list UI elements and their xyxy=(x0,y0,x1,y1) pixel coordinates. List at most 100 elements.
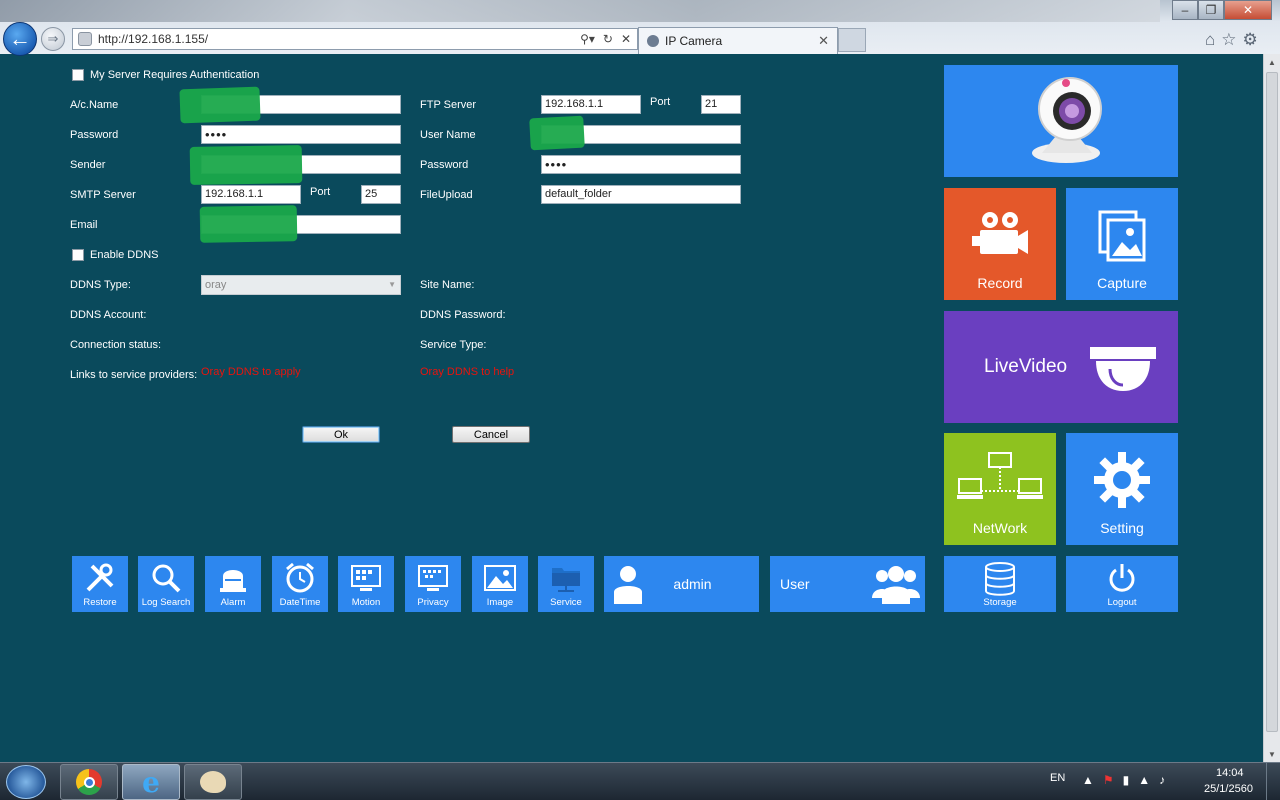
ddns-type-value: oray xyxy=(205,279,227,291)
clock-date[interactable]: 25/1/2560 xyxy=(1204,783,1253,795)
admin-button[interactable]: admin xyxy=(604,556,759,612)
tools-icon xyxy=(86,563,114,592)
password-label: Password xyxy=(70,129,119,141)
log-search-button[interactable]: Log Search xyxy=(138,556,194,612)
image-icon xyxy=(484,565,516,591)
close-tab-icon[interactable]: ✕ xyxy=(818,33,829,49)
user-icon xyxy=(614,566,642,604)
user-label: User xyxy=(780,576,810,592)
ftp-password-input[interactable]: •••• xyxy=(541,155,741,174)
forward-button[interactable]: ⇒ xyxy=(41,27,65,51)
alarm-button[interactable]: Alarm xyxy=(205,556,261,612)
favorites-star-icon[interactable]: ☆ xyxy=(1221,30,1236,50)
network-tile[interactable]: NetWork xyxy=(944,433,1056,545)
setting-label: Setting xyxy=(1100,520,1144,536)
smtp-server-input[interactable]: 192.168.1.1 xyxy=(201,185,301,204)
taskbar-paint-button[interactable] xyxy=(184,764,242,800)
taskbar-chrome-button[interactable] xyxy=(60,764,118,800)
show-desktop-button[interactable] xyxy=(1266,763,1280,800)
cancel-button[interactable]: Cancel xyxy=(452,426,530,443)
new-tab-button[interactable] xyxy=(838,28,866,52)
storage-button[interactable]: Storage xyxy=(944,556,1056,612)
enable-ddns-checkbox[interactable] xyxy=(72,249,84,261)
oray-apply-link[interactable]: Oray DDNS to apply xyxy=(201,366,301,378)
account-name-label: A/c.Name xyxy=(70,99,119,111)
storage-label: Storage xyxy=(983,597,1017,608)
admin-label: admin xyxy=(673,576,712,592)
siren-icon xyxy=(220,570,246,592)
ftp-port-input[interactable]: 21 xyxy=(701,95,741,114)
sender-label: Sender xyxy=(70,159,106,171)
picture-icon xyxy=(1098,210,1146,262)
smtp-port-input[interactable]: 25 xyxy=(361,185,401,204)
scroll-thumb[interactable] xyxy=(1266,72,1278,732)
ok-button[interactable]: Ok xyxy=(302,426,380,443)
setting-tile[interactable]: Setting xyxy=(1066,433,1178,545)
record-label: Record xyxy=(977,275,1023,291)
address-bar[interactable]: http://192.168.1.155/ ⚲▾ ↻ ✕ xyxy=(72,28,638,50)
tray-arrow-icon[interactable]: ▲ xyxy=(1082,773,1094,787)
back-button[interactable]: ← xyxy=(3,22,37,56)
privacy-button[interactable]: Privacy xyxy=(405,556,461,612)
password-input[interactable]: •••• xyxy=(201,125,401,144)
service-label: Service xyxy=(550,597,582,608)
service-type-label: Service Type: xyxy=(420,339,487,351)
ftp-server-input[interactable]: 192.168.1.1 xyxy=(541,95,641,114)
auth-label: My Server Requires Authentication xyxy=(90,69,260,81)
video-camera-icon xyxy=(972,212,1028,254)
language-indicator[interactable]: EN xyxy=(1050,772,1065,784)
browser-chrome: ← ⇒ http://192.168.1.155/ ⚲▾ ↻ ✕ IP Came… xyxy=(0,0,1280,56)
home-icon[interactable]: ⌂ xyxy=(1205,30,1215,50)
ddns-type-select[interactable]: oray ▼ xyxy=(201,275,401,295)
livevideo-tile[interactable]: LiveVideo xyxy=(944,311,1178,423)
back-arrow-icon: ← xyxy=(9,26,31,51)
taskbar: e EN ▲ ⚑ ▮ ▲ ♪ 14:04 25/1/2560 xyxy=(0,762,1280,800)
smtp-server-label: SMTP Server xyxy=(70,189,136,201)
webcam-icon xyxy=(1032,77,1102,163)
minimize-button[interactable]: – xyxy=(1172,0,1198,20)
restore-label: Restore xyxy=(83,597,117,608)
taskbar-ie-button[interactable]: e xyxy=(122,764,180,800)
search-icon[interactable]: ⚲▾ xyxy=(580,32,595,46)
restore-button[interactable]: Restore xyxy=(72,556,128,612)
service-button[interactable]: Service xyxy=(538,556,594,612)
search-icon xyxy=(152,564,181,593)
gear-icon[interactable]: ⚙ xyxy=(1243,30,1258,50)
vertical-scrollbar[interactable]: ▲ ▼ xyxy=(1263,54,1280,762)
maximize-button[interactable]: ❐ xyxy=(1198,0,1224,20)
oray-help-link[interactable]: Oray DDNS to help xyxy=(420,366,514,378)
close-window-button[interactable]: ✕ xyxy=(1224,0,1272,20)
redaction-mark xyxy=(179,86,261,124)
action-center-flag-icon[interactable]: ⚑ xyxy=(1103,773,1114,787)
auth-checkbox[interactable] xyxy=(72,69,84,81)
email-label: Email xyxy=(70,219,98,231)
start-button[interactable] xyxy=(6,765,46,799)
logout-button[interactable]: Logout xyxy=(1066,556,1178,612)
volume-icon[interactable]: ♪ xyxy=(1159,773,1165,787)
motion-monitor-icon xyxy=(351,565,381,591)
scroll-down-icon[interactable]: ▼ xyxy=(1264,746,1280,762)
scroll-up-icon[interactable]: ▲ xyxy=(1264,54,1280,70)
tray-icons: ▲ ⚑ ▮ ▲ ♪ xyxy=(1082,773,1165,787)
capture-tile[interactable]: Capture xyxy=(1066,188,1178,300)
refresh-icon[interactable]: ↻ xyxy=(603,32,613,46)
tab-ip-camera[interactable]: IP Camera ✕ xyxy=(638,27,838,54)
users-group-icon xyxy=(872,566,920,604)
motion-button[interactable]: Motion xyxy=(338,556,394,612)
camera-tile[interactable] xyxy=(944,65,1178,177)
user-button[interactable]: User xyxy=(770,556,925,612)
privacy-label: Privacy xyxy=(417,597,449,608)
battery-icon[interactable]: ▮ xyxy=(1123,773,1130,787)
record-tile[interactable]: Record xyxy=(944,188,1056,300)
image-button[interactable]: Image xyxy=(472,556,528,612)
alarm-label: Alarm xyxy=(220,597,246,608)
internet-explorer-icon: e xyxy=(142,765,160,799)
signal-icon[interactable]: ▲ xyxy=(1138,773,1150,787)
clock-time[interactable]: 14:04 xyxy=(1216,767,1244,779)
datetime-button[interactable]: DateTime xyxy=(272,556,328,612)
redaction-mark xyxy=(199,205,298,243)
file-upload-input[interactable]: default_folder xyxy=(541,185,741,204)
database-icon xyxy=(985,562,1015,596)
url-text[interactable]: http://192.168.1.155/ xyxy=(98,32,580,46)
stop-icon[interactable]: ✕ xyxy=(621,32,631,46)
